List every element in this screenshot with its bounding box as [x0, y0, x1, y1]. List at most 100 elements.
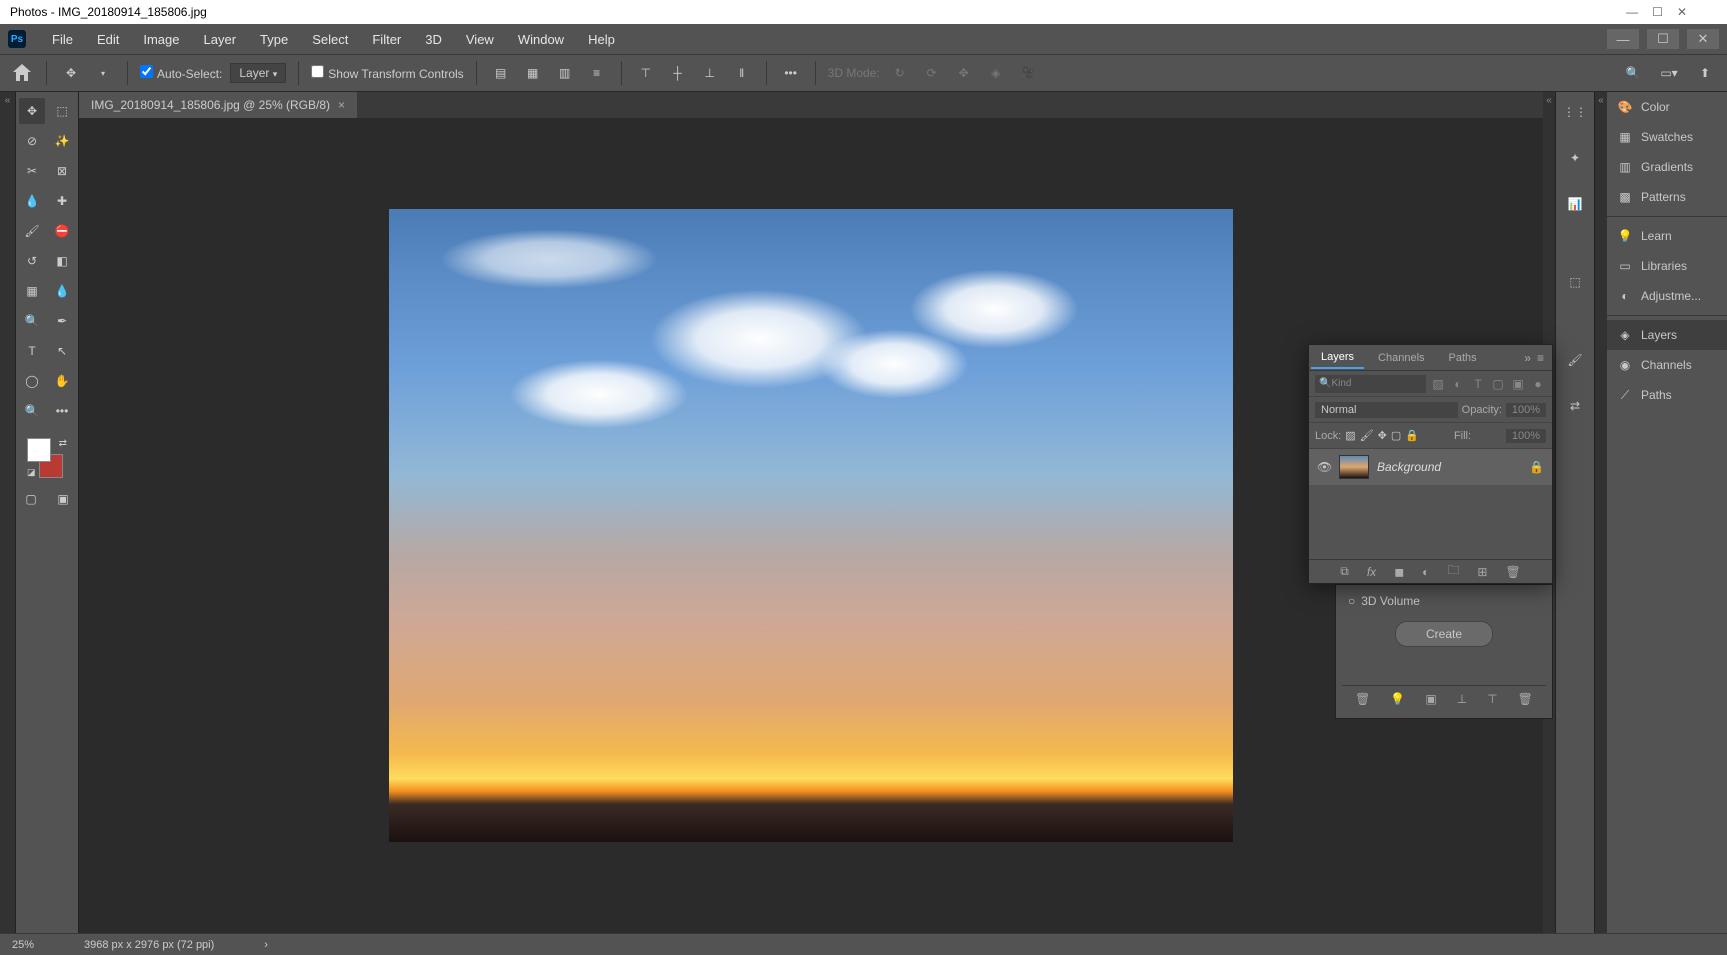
menu-help[interactable]: Help	[576, 32, 627, 47]
layers-floating-panel[interactable]: Layers Channels Paths »≡ 🔍 Kind ▨ ◐ T ▢ …	[1308, 344, 1553, 584]
wand-tool[interactable]: ✨	[49, 128, 75, 154]
menu-3d[interactable]: 3D	[413, 32, 454, 47]
filter-shape-icon[interactable]: ▢	[1490, 376, 1506, 392]
status-arrow-icon[interactable]: ›	[264, 939, 268, 951]
filter-adjust-icon[interactable]: ◐	[1450, 376, 1466, 392]
frame-tool[interactable]: ⊠	[49, 158, 75, 184]
menu-window[interactable]: Window	[506, 32, 576, 47]
clone-tool[interactable]: ⛔	[49, 218, 75, 244]
histogram-icon[interactable]: 📊	[1561, 190, 1589, 218]
panel-color[interactable]: 🎨Color	[1607, 92, 1727, 122]
gradient-tool[interactable]: ▦	[19, 278, 45, 304]
layer-thumbnail[interactable]	[1339, 455, 1369, 479]
distribute-icon[interactable]: ≡	[585, 61, 609, 85]
filter-smart-icon[interactable]: ▣	[1510, 376, 1526, 392]
os-maximize[interactable]: ☐	[1652, 5, 1663, 19]
align-left-icon[interactable]: ▤	[489, 61, 513, 85]
menu-view[interactable]: View	[454, 32, 506, 47]
path-select-tool[interactable]: ↖	[49, 338, 75, 364]
panel-collapse-icon[interactable]: «	[1595, 92, 1607, 933]
history-brush-tool[interactable]: ↺	[19, 248, 45, 274]
app-minimize-icon[interactable]: —	[1607, 29, 1639, 49]
group-layers-icon[interactable]: 🗀	[1447, 561, 1459, 582]
layer-mask-icon[interactable]: ◼	[1394, 565, 1404, 579]
edit-toolbar[interactable]: •••	[49, 398, 75, 424]
pen-tool[interactable]: ✒	[49, 308, 75, 334]
screenmode-tool[interactable]: ▣	[50, 486, 76, 512]
type-tool[interactable]: T	[19, 338, 45, 364]
layer-row[interactable]: 👁 Background 🔒	[1309, 449, 1552, 485]
layer-visibility-icon[interactable]: 👁	[1317, 460, 1331, 474]
align-top-icon[interactable]: ⊤	[634, 61, 658, 85]
layers-tab[interactable]: Layers	[1311, 347, 1364, 369]
layer-name[interactable]: Background	[1377, 460, 1521, 474]
document-tab-active[interactable]: IMG_20180914_185806.jpg @ 25% (RGB/8) ×	[79, 92, 357, 118]
menu-layer[interactable]: Layer	[192, 32, 249, 47]
blend-mode-dropdown[interactable]: Normal	[1315, 402, 1458, 418]
3d-scene-icon[interactable]: ▣	[1425, 692, 1436, 706]
lock-artboard-icon[interactable]: ▢	[1391, 429, 1401, 442]
dodge-tool[interactable]: 🔍	[19, 308, 45, 334]
move-tool[interactable]: ✥	[19, 98, 45, 124]
foreground-color[interactable]	[27, 438, 51, 462]
brush-tool[interactable]: 🖌	[19, 218, 45, 244]
panel-learn[interactable]: 💡Learn	[1607, 221, 1727, 251]
status-dimensions[interactable]: 3968 px x 2976 px (72 ppi)	[84, 939, 214, 951]
lock-position-icon[interactable]: 🖌	[1360, 429, 1374, 442]
3d-volume-option[interactable]: ○3D Volume	[1342, 591, 1546, 611]
panel-menu-icon[interactable]: ≡	[1537, 351, 1544, 365]
move-tool-icon[interactable]: ✥	[59, 61, 83, 85]
panel-libraries[interactable]: ▭Libraries	[1607, 251, 1727, 281]
menu-image[interactable]: Image	[131, 32, 191, 47]
3d-delete-icon[interactable]: 🗑	[1355, 692, 1370, 706]
heal-tool[interactable]: ✚	[49, 188, 75, 214]
status-zoom[interactable]: 25%	[12, 939, 34, 951]
marquee-tool[interactable]: ⬚	[49, 98, 75, 124]
swap-colors-icon[interactable]: ⇄	[59, 438, 67, 449]
quickmask-tool[interactable]: ▢	[18, 486, 44, 512]
zoom-tool[interactable]: 🔍	[19, 398, 45, 424]
fill-value[interactable]: 100%	[1506, 429, 1546, 443]
paths-tab[interactable]: Paths	[1439, 348, 1487, 368]
channels-tab[interactable]: Channels	[1368, 348, 1434, 368]
link-layers-icon[interactable]: ⧉	[1340, 564, 1349, 579]
panel-swatches[interactable]: ▦Swatches	[1607, 122, 1727, 152]
os-close[interactable]: ✕	[1677, 5, 1687, 19]
panel-collapse-arrow-icon[interactable]: »	[1524, 351, 1531, 365]
more-options-icon[interactable]: •••	[779, 61, 803, 85]
app-maximize-icon[interactable]: ☐	[1647, 29, 1679, 49]
menu-filter[interactable]: Filter	[360, 32, 413, 47]
delete-layer-icon[interactable]: 🗑	[1505, 565, 1520, 579]
share-icon[interactable]: ⬆	[1693, 61, 1717, 85]
show-transform-checkbox[interactable]: Show Transform Controls	[311, 65, 463, 81]
opacity-value[interactable]: 100%	[1506, 403, 1546, 417]
create-3d-button[interactable]: Create	[1395, 621, 1493, 647]
filter-type-icon[interactable]: T	[1470, 376, 1486, 392]
shape-tool[interactable]: ◯	[19, 368, 45, 394]
layer-fx-icon[interactable]: fx	[1367, 565, 1376, 579]
menu-type[interactable]: Type	[248, 32, 300, 47]
default-colors-icon[interactable]: ◪	[27, 467, 36, 478]
3d-trash-icon[interactable]: 🗑	[1518, 692, 1533, 706]
panel-channels[interactable]: ◉Channels	[1607, 350, 1727, 380]
layer-filter-kind[interactable]: 🔍 Kind	[1315, 375, 1426, 393]
search-icon[interactable]: 🔍	[1621, 61, 1645, 85]
eyedropper-tool[interactable]: 💧	[19, 188, 45, 214]
menu-select[interactable]: Select	[300, 32, 360, 47]
close-tab-icon[interactable]: ×	[338, 98, 345, 112]
layer-lock-icon[interactable]: 🔒	[1529, 460, 1544, 474]
toolbox-collapse-icon[interactable]: «	[0, 92, 16, 933]
new-layer-icon[interactable]: ⊞	[1477, 565, 1487, 579]
home-icon[interactable]	[10, 61, 34, 85]
3d-light-icon[interactable]: 💡	[1390, 692, 1405, 706]
align-center-icon[interactable]: ▦	[521, 61, 545, 85]
navigator-icon[interactable]: ✦	[1561, 144, 1589, 172]
eraser-tool[interactable]: ◧	[49, 248, 75, 274]
3d-material-icon[interactable]: ⊤	[1487, 692, 1497, 706]
lasso-tool[interactable]: ⊘	[19, 128, 45, 154]
panel-adjustments[interactable]: ◐Adjustme...	[1607, 281, 1727, 311]
menu-file[interactable]: File	[40, 32, 85, 47]
panel-layers[interactable]: ◈Layers	[1607, 320, 1727, 350]
panel-paths[interactable]: ⟋Paths	[1607, 380, 1727, 410]
app-close-icon[interactable]: ✕	[1687, 29, 1719, 49]
